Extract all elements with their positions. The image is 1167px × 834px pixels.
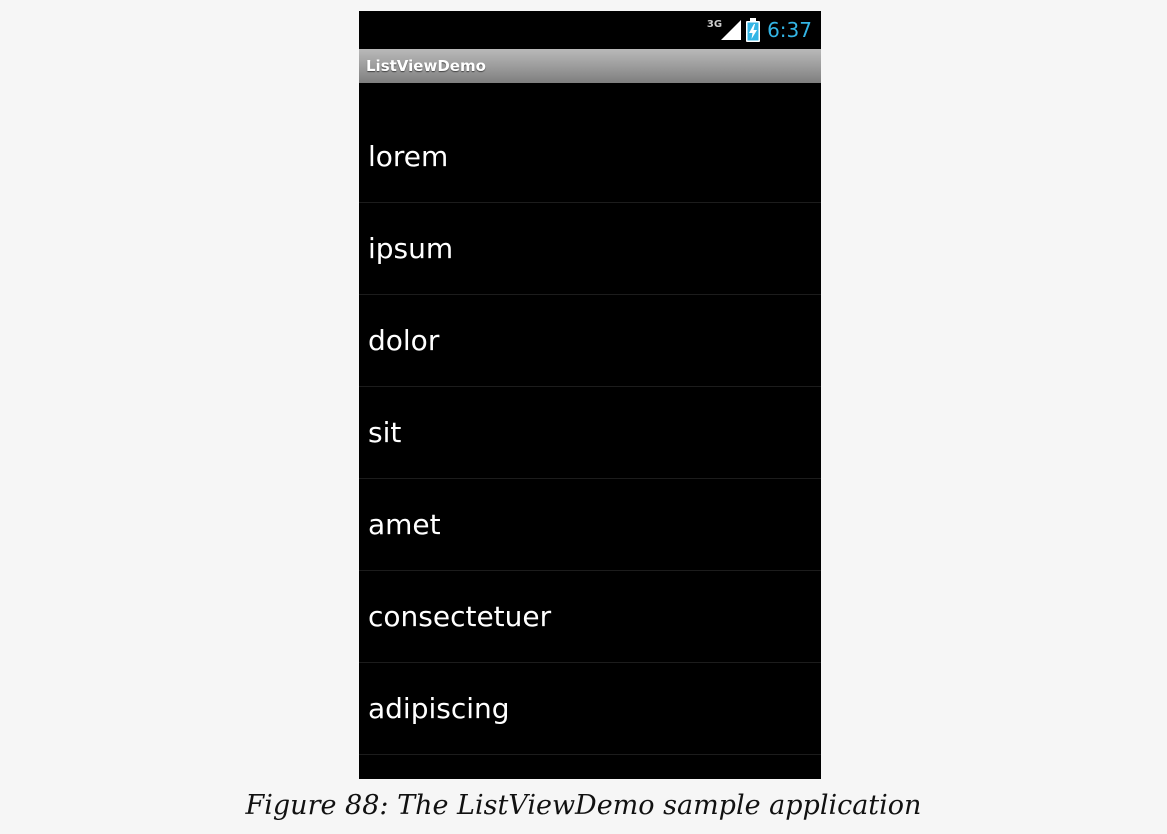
battery-charging-icon [746, 18, 761, 42]
list-item[interactable]: dolor [359, 295, 821, 387]
figure-caption: Figure 88: The ListViewDemo sample appli… [245, 790, 922, 821]
list-item[interactable]: amet [359, 479, 821, 571]
list-item[interactable]: ipsum [359, 203, 821, 295]
list-item-label: ipsum [368, 232, 454, 265]
status-icons: 3G 6:37 [707, 17, 812, 43]
list-item-label: sit [368, 416, 402, 449]
list-item-label: amet [368, 508, 441, 541]
list-item[interactable]: lorem [359, 111, 821, 203]
list-item-label: dolor [368, 324, 440, 357]
network-type-label: 3G [706, 18, 723, 30]
list-item[interactable]: adipiscing [359, 663, 821, 755]
list-item-label: lorem [368, 140, 449, 173]
list-item[interactable]: sit [359, 387, 821, 479]
app-title: ListViewDemo [366, 57, 486, 75]
phone-screen: 3G 6:37 ListViewDemo lorem ipsum dolor s… [359, 11, 821, 779]
list-item-label: consectetuer [368, 600, 552, 633]
action-bar: ListViewDemo [359, 49, 821, 83]
list-item-label: adipiscing [368, 692, 510, 725]
cell-signal-icon [720, 19, 742, 41]
status-clock: 6:37 [767, 18, 812, 42]
list-view[interactable]: lorem ipsum dolor sit amet consectetuer … [359, 111, 821, 755]
status-bar: 3G 6:37 [359, 11, 821, 49]
list-item[interactable]: consectetuer [359, 571, 821, 663]
